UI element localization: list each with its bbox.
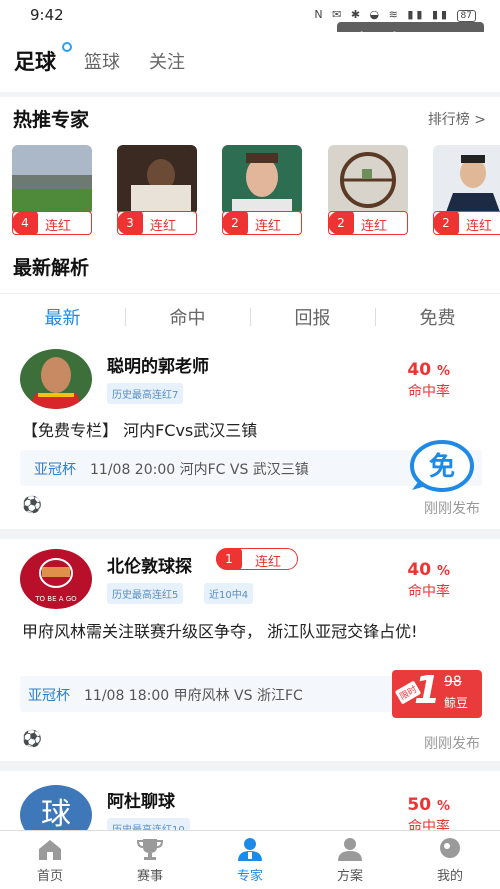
svg-text:免: 免	[429, 451, 455, 482]
expert-icon	[235, 837, 265, 861]
active-dot-icon	[62, 42, 72, 52]
expert-card[interactable]: 4 连红	[12, 145, 92, 237]
trophy-icon	[135, 837, 165, 861]
match-info: 11/08 18:00 甲府风林 VS 浙江FC	[84, 688, 303, 704]
hit-rate-label: 命中率	[408, 819, 450, 831]
avatar[interactable]	[20, 349, 92, 409]
profile-icon	[435, 837, 465, 861]
streak-tag: 1 连红	[216, 548, 298, 570]
post-time: 刚刚发布	[424, 736, 480, 752]
avatar[interactable]: TO BE A GO	[20, 549, 92, 609]
expert-photo	[433, 145, 500, 215]
expert-photo	[12, 145, 92, 215]
nav-matches[interactable]: 赛事	[100, 837, 200, 884]
analysis-card[interactable]: TO BE A GO 北伦敦球探 1 连红 历史最高连红5 近10中4 40 %…	[0, 539, 500, 761]
sport-tabs: 足球 篮球 关注	[0, 32, 500, 92]
status-icons-text: N ✉ ✱ ◒ ≋ ▮▮ ▮▮	[314, 8, 451, 21]
tab-return[interactable]: 回报	[250, 304, 375, 330]
filter-tabs: 最新 命中 回报 免费	[0, 293, 500, 337]
tab-basketball[interactable]: 篮球	[84, 48, 120, 74]
expert-card[interactable]: 2 连红	[222, 145, 302, 237]
home-icon	[35, 837, 65, 861]
league-name: 亚冠杯	[34, 462, 76, 478]
analysis-card[interactable]: 球 阿杜聊球 历史最高连红10 50 % 命中率	[0, 771, 500, 831]
tab-free[interactable]: 免费	[375, 304, 500, 330]
hit-rate: 40 %	[407, 360, 450, 380]
price-current: 1	[414, 668, 441, 712]
history-badge: 历史最高连红7	[107, 383, 184, 404]
league-name: 亚冠杯	[28, 688, 70, 704]
streak-tag: 4 连红	[12, 211, 92, 235]
expert-name: 阿杜聊球	[107, 792, 175, 812]
expert-photo	[328, 145, 408, 215]
tab-follow[interactable]: 关注	[149, 48, 185, 74]
latest-analysis-title: 最新解析	[13, 257, 90, 279]
nav-profile[interactable]: 我的	[400, 837, 500, 884]
price-button[interactable]: 限时 1 98 鲸豆	[392, 668, 482, 718]
expert-card[interactable]: 2 连红	[328, 145, 408, 237]
match-info: 11/08 20:00 河内FC VS 武汉三镇	[90, 462, 309, 478]
status-icons: N ✉ ✱ ◒ ≋ ▮▮ ▮▮ 87	[314, 8, 476, 22]
hit-rate-label: 命中率	[408, 584, 450, 600]
expert-carousel: 4 连红 3 连红 2 连红 2 连红 2 连红	[12, 145, 500, 237]
free-badge-icon: 免	[410, 440, 474, 492]
football-icon: ⚽	[22, 495, 42, 514]
streak-tag: 2 连红	[328, 211, 408, 235]
expert-card[interactable]: 2 连红	[433, 145, 500, 237]
plan-icon	[335, 837, 365, 861]
hit-rate: 50 %	[407, 795, 450, 815]
recent-badge: 近10中4	[204, 583, 254, 604]
status-time: 9:42	[30, 6, 64, 24]
ranking-link[interactable]: 排行榜 >	[428, 109, 486, 129]
expert-name: 聪明的郭老师	[107, 357, 209, 377]
expert-card[interactable]: 3 连红	[117, 145, 197, 237]
avatar[interactable]: 球	[20, 785, 92, 831]
nav-experts[interactable]: 专家	[200, 837, 300, 884]
hit-rate-label: 命中率	[408, 384, 450, 400]
expert-name: 北伦敦球探	[107, 557, 192, 577]
expert-photo	[117, 145, 197, 215]
price-unit: 鲸豆	[444, 696, 469, 710]
tab-football[interactable]: 足球	[14, 46, 56, 76]
streak-tag: 3 连红	[117, 211, 197, 235]
svg-text:TO BE A GO: TO BE A GO	[34, 595, 77, 603]
analysis-headline[interactable]: 甲府风林需关注联赛升级区争夺， 浙江队亚冠交锋占优!	[22, 619, 482, 645]
hot-experts-title: 热推专家	[13, 109, 90, 131]
tab-latest[interactable]: 最新	[0, 304, 125, 330]
analysis-card[interactable]: 聪明的郭老师 历史最高连红7 40 % 命中率 【免费专栏】 河内FCvs武汉三…	[0, 339, 500, 529]
hit-rate: 40 %	[407, 560, 450, 580]
bottom-nav: 首页 赛事 专家 方案 我的	[0, 830, 500, 889]
football-icon: ⚽	[22, 729, 42, 748]
streak-tag: 2 连红	[433, 211, 500, 235]
history-badge: 历史最高连红5	[107, 583, 184, 604]
price-original: 98	[444, 674, 462, 690]
expert-photo	[222, 145, 302, 215]
battery-icon: 87	[456, 10, 476, 22]
post-time: 刚刚发布	[424, 501, 480, 517]
nav-home[interactable]: 首页	[0, 837, 100, 884]
streak-tag: 2 连红	[222, 211, 302, 235]
nav-plans[interactable]: 方案	[300, 837, 400, 884]
tab-hit[interactable]: 命中	[125, 304, 250, 330]
